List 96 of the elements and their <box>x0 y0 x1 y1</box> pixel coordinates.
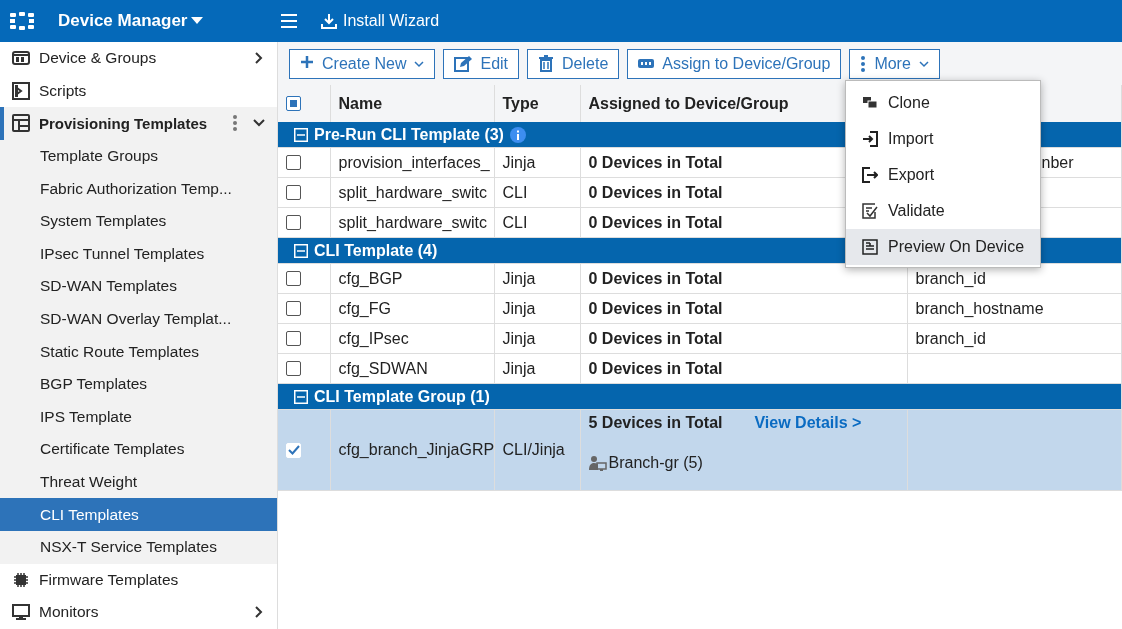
chevron-down-icon <box>414 60 425 68</box>
table-cell: 0 Devices in Total <box>580 353 907 384</box>
table-row[interactable]: cfg_branch_JinjaGRP CLI/Jinja 5 Devices in Total View Details > Branch-gr (5) <box>278 409 1122 491</box>
checkbox[interactable] <box>286 271 301 286</box>
table-cell: cfg_BGP <box>330 263 494 294</box>
checkbox[interactable] <box>286 215 301 230</box>
device-group-icon <box>588 455 607 471</box>
sidebar-item[interactable]: Certificate Templates <box>0 433 277 466</box>
trash-icon <box>538 55 555 73</box>
sidebar-item[interactable]: Static Route Templates <box>0 335 277 368</box>
table-cell: cfg_branch_JinjaGRP <box>330 409 494 491</box>
devices-icon <box>12 49 30 68</box>
toolbar-button[interactable]: Assign to Device/Group <box>627 49 842 79</box>
template-icon <box>12 114 30 133</box>
table-cell: cfg_SDWAN <box>330 353 494 384</box>
clone-icon <box>862 95 878 111</box>
checkbox[interactable] <box>286 155 301 170</box>
chip-icon <box>12 570 30 589</box>
toolbar-button[interactable]: More <box>849 49 940 79</box>
checkbox[interactable] <box>286 301 301 316</box>
sidebar-item[interactable]: NSX-T Service Templates <box>0 530 277 564</box>
caret-icon <box>191 17 204 25</box>
chevron-right-icon <box>253 52 265 65</box>
group-title: CLI Template Group (1) <box>314 387 490 406</box>
member-group: Branch-gr (5) <box>608 454 703 472</box>
import-icon <box>862 131 878 147</box>
table-row[interactable]: cfg_FG Jinja 0 Devices in Total branch_hostname <box>278 293 1122 324</box>
terminal-icon <box>12 81 30 100</box>
menu-item[interactable]: Preview On Device <box>846 229 1040 265</box>
table-cell: 5 Devices in Total <box>588 414 723 432</box>
check-icon <box>287 445 300 455</box>
download-icon <box>321 13 337 29</box>
table-cell: 0 Devices in Total <box>580 323 907 354</box>
table-cell: split_hardware_switc <box>330 177 494 208</box>
toolbar-button[interactable]: Create New <box>289 49 436 79</box>
table-cell: split_hardware_switc <box>330 207 494 238</box>
collapse-icon[interactable] <box>294 389 308 404</box>
sidebar-item[interactable]: Template Groups <box>0 139 277 173</box>
table-cell: branch_hostname <box>907 293 1122 324</box>
view-details-link[interactable]: View Details > <box>754 414 862 432</box>
checkbox[interactable] <box>286 185 301 200</box>
checkbox[interactable] <box>286 331 301 346</box>
table-cell: cfg_IPsec <box>330 323 494 354</box>
grid-icon[interactable] <box>10 12 34 30</box>
toolbar-button[interactable]: Edit <box>443 49 520 79</box>
table-cell: provision_interfaces_ <box>330 147 494 178</box>
table-row[interactable]: cfg_IPsec Jinja 0 Devices in Total branch_id <box>278 323 1122 354</box>
table-cell: branch_id <box>907 323 1122 354</box>
sidebar-item[interactable]: BGP Templates <box>0 367 277 401</box>
validate-icon <box>862 203 878 219</box>
sidebar-item[interactable]: Scripts <box>0 74 277 108</box>
preview-icon <box>862 239 878 255</box>
table-row[interactable]: cfg_SDWAN Jinja 0 Devices in Total <box>278 353 1122 384</box>
sidebar-item[interactable]: Provisioning Templates <box>0 107 277 140</box>
sidebar-item[interactable]: System Templates <box>0 204 277 238</box>
table-cell: cfg_FG <box>330 293 494 324</box>
toolbar-button[interactable]: Delete <box>527 49 620 79</box>
table-cell: Jinja <box>494 353 580 384</box>
group-header[interactable]: CLI Template Group (1) <box>278 383 1122 410</box>
sidebar-item[interactable]: SD-WAN Overlay Templat... <box>0 302 277 336</box>
table-cell: CLI <box>494 207 580 238</box>
info-icon[interactable] <box>509 126 526 143</box>
kebab-icon[interactable] <box>232 115 238 132</box>
collapse-icon[interactable] <box>294 243 308 258</box>
export-icon <box>862 167 878 183</box>
table-cell: Jinja <box>494 147 580 178</box>
sidebar-item[interactable]: SD-WAN Templates <box>0 270 277 303</box>
chevron-down-icon <box>918 60 929 68</box>
table-cell: 0 Devices in Total <box>580 293 907 324</box>
kebab-icon <box>860 55 867 73</box>
column-header: Type <box>494 85 580 122</box>
sidebar-item[interactable]: Monitors <box>0 596 277 629</box>
install-wizard-button[interactable]: Install Wizard <box>321 12 440 30</box>
sidebar-item[interactable]: Fabric Authorization Temp... <box>0 172 277 205</box>
sidebar-item[interactable]: CLI Templates <box>0 498 277 531</box>
checkbox[interactable] <box>286 96 301 111</box>
table-cell: Jinja <box>494 323 580 354</box>
sidebar-item[interactable]: Device & Groups <box>0 42 277 75</box>
app-title-dropdown[interactable]: Device Manager <box>58 11 204 31</box>
sidebar-item[interactable]: IPS Template <box>0 400 277 434</box>
checkbox[interactable] <box>286 361 301 376</box>
group-title: CLI Template (4) <box>314 241 438 260</box>
menu-icon[interactable] <box>281 14 297 28</box>
monitor-icon <box>12 603 30 622</box>
sidebar-item[interactable]: IPsec Tunnel Templates <box>0 237 277 271</box>
group-title: Pre-Run CLI Template (3) <box>314 125 504 144</box>
collapse-icon[interactable] <box>294 127 308 142</box>
table-cell: Jinja <box>494 263 580 294</box>
table-cell: CLI/Jinja <box>494 409 580 491</box>
chevron-right-icon <box>253 606 265 619</box>
sidebar-item[interactable]: Firmware Templates <box>0 563 277 597</box>
table-cell: CLI <box>494 177 580 208</box>
table-cell: Jinja <box>494 293 580 324</box>
column-header: Name <box>330 85 494 122</box>
sidebar-item[interactable]: Threat Weight <box>0 465 277 499</box>
edit-icon <box>454 55 473 73</box>
